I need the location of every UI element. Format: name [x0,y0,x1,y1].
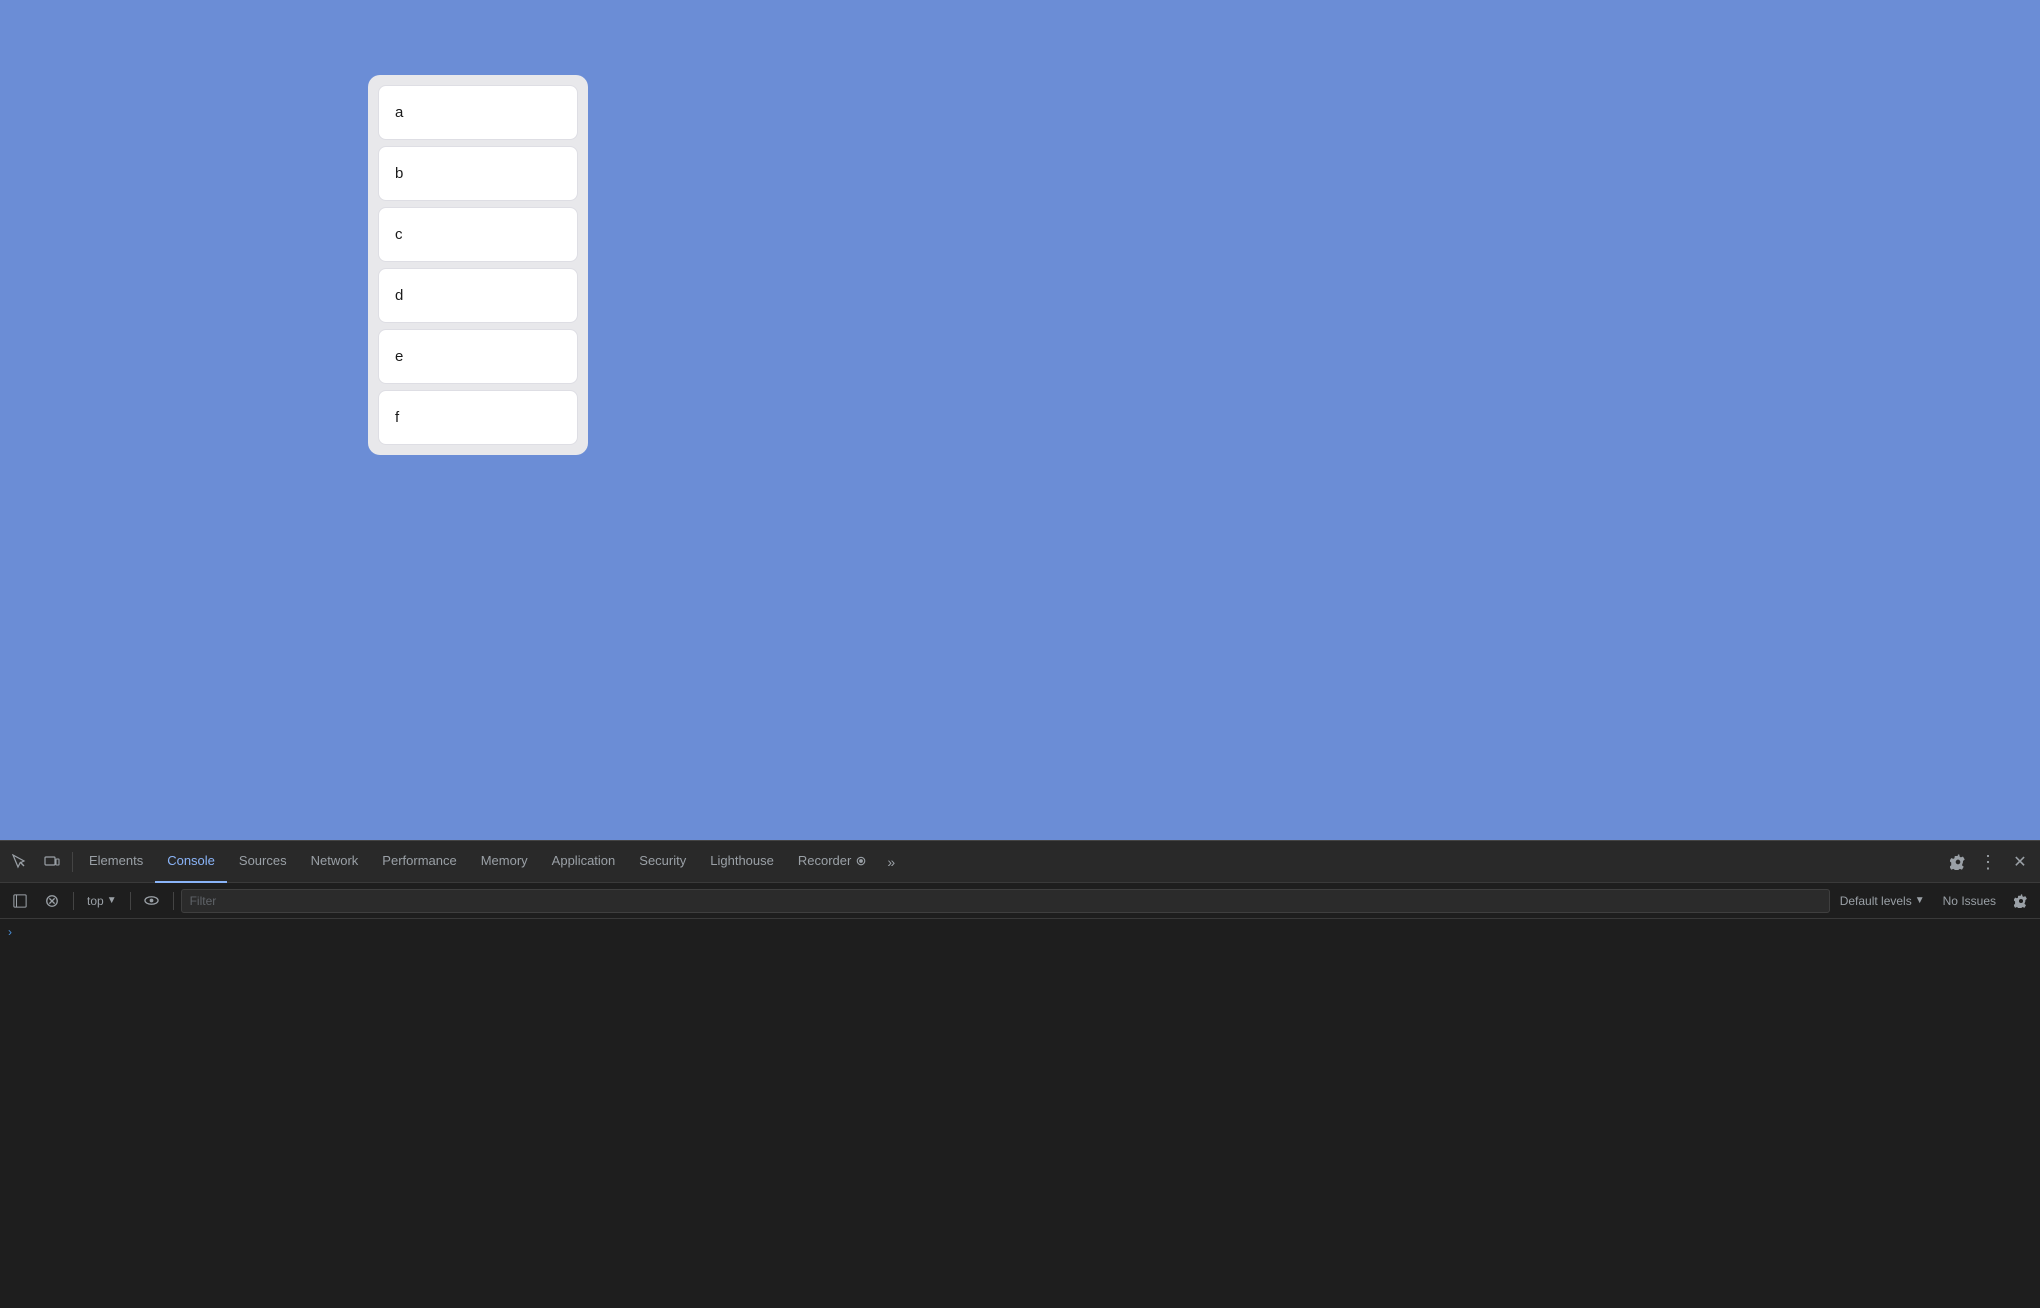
console-settings-button[interactable] [2008,888,2034,914]
tab-sources[interactable]: Sources [227,841,299,883]
devtools-tab-bar: Elements Console Sources Network Perform… [0,841,2040,883]
toolbar-separator-2 [130,892,131,910]
tab-application[interactable]: Application [540,841,628,883]
console-content[interactable]: › [0,919,2040,1308]
tab-security[interactable]: Security [627,841,698,883]
tab-memory[interactable]: Memory [469,841,540,883]
no-issues-badge: No Issues [1935,894,2004,908]
tab-recorder[interactable]: Recorder [786,841,879,883]
list-item-a[interactable]: a [378,85,578,140]
console-prompt-line: › [8,925,2032,939]
devtools-settings-button[interactable] [1944,848,1972,876]
list-item-f[interactable]: f [378,390,578,445]
browser-viewport: a b c d e f [0,0,2040,840]
card-container: a b c d e f [368,75,588,455]
tab-console[interactable]: Console [155,841,227,883]
default-levels-selector[interactable]: Default levels ▼ [1834,891,1931,911]
toolbar-separator-1 [73,892,74,910]
live-expression-button[interactable] [138,887,166,915]
prompt-arrow-icon: › [8,925,12,939]
clear-console-button[interactable] [38,887,66,915]
console-toolbar: top ▼ Default levels ▼ No Issues [0,883,2040,919]
list-item-c[interactable]: c [378,207,578,262]
tab-network[interactable]: Network [299,841,371,883]
list-item-d[interactable]: d [378,268,578,323]
filter-input[interactable] [181,889,1830,913]
tab-divider-1 [72,852,73,872]
tab-elements[interactable]: Elements [77,841,155,883]
sidebar-toggle-button[interactable] [6,887,34,915]
devtools-more-button[interactable]: ⋮ [1972,846,2004,878]
toolbar-separator-3 [173,892,174,910]
list-item-b[interactable]: b [378,146,578,201]
more-tabs-button[interactable]: » [879,841,903,883]
tab-lighthouse[interactable]: Lighthouse [698,841,786,883]
inspect-element-button[interactable] [4,846,36,878]
devtools-close-button[interactable]: ✕ [2004,846,2036,878]
context-selector[interactable]: top ▼ [81,891,123,911]
device-toolbar-button[interactable] [36,846,68,878]
devtools-panel: Elements Console Sources Network Perform… [0,840,2040,1308]
tab-performance[interactable]: Performance [370,841,468,883]
list-item-e[interactable]: e [378,329,578,384]
